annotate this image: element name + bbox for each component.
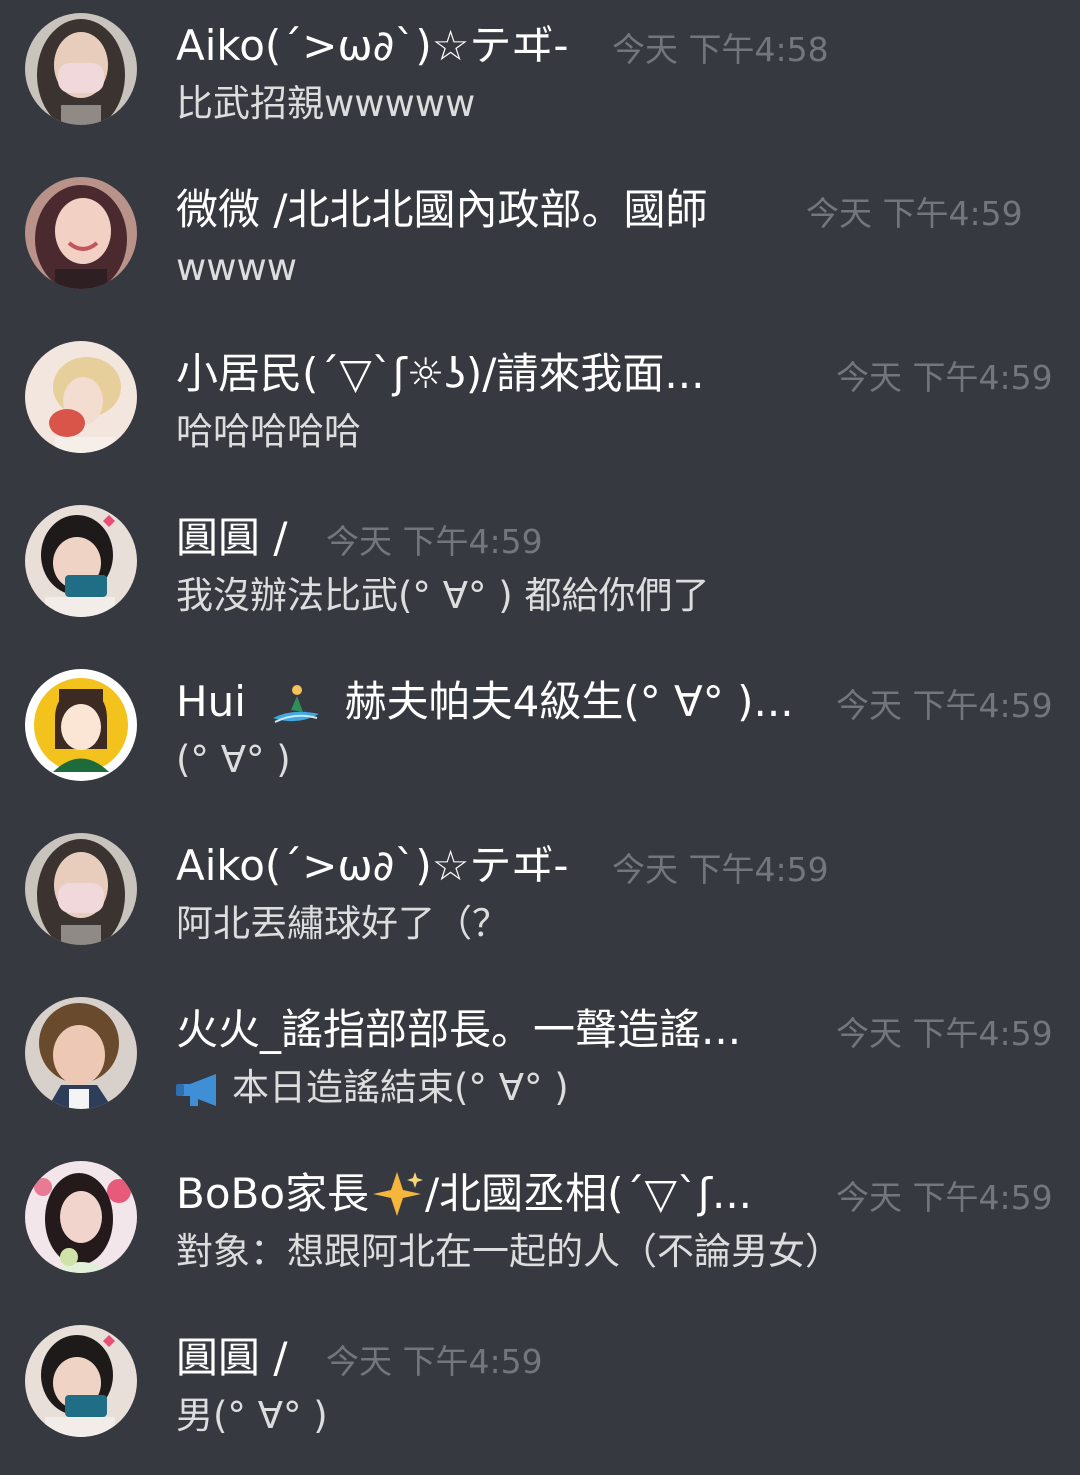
- avatar-photo: [25, 997, 137, 1109]
- avatar-girl-phone[interactable]: [25, 1325, 137, 1437]
- message-item[interactable]: 圓圓 / 今天 下午4:59 男(° ∀° ): [0, 1312, 1080, 1462]
- avatar-girl-phone[interactable]: [25, 505, 137, 617]
- timestamp: 今天 下午4:59: [326, 522, 543, 561]
- avatar-photo: [25, 13, 137, 125]
- username[interactable]: Aiko⁣(´>ω∂`)☆テヸ-: [176, 838, 608, 894]
- avatar-blonde-girl[interactable]: [25, 341, 137, 453]
- message-text: wwww: [176, 246, 298, 289]
- avatar-photo: [25, 505, 137, 617]
- avatar-woman-mask[interactable]: [25, 833, 137, 945]
- username[interactable]: 微微 /北北北國內政部。國師: [176, 182, 796, 238]
- timestamp: 今天 下午4:59: [612, 850, 829, 889]
- avatar-photo: [25, 177, 137, 289]
- megaphone-icon: [176, 1070, 222, 1122]
- timestamp: 今天 下午4:59: [326, 1342, 543, 1381]
- avatar-photo: [25, 1161, 137, 1273]
- message-text: 比武招親wwwww: [176, 82, 476, 125]
- message-text: 本日造謠結束(° ∀° ): [176, 1062, 1066, 1122]
- sparkles-emoji: [371, 1170, 424, 1232]
- username[interactable]: 火火_謠指部部長。一聲造謠...: [176, 1002, 816, 1058]
- username-prefix: BoBo家長: [176, 1169, 370, 1218]
- message-text-body: 本日造謠結束(° ∀° ): [232, 1066, 569, 1109]
- message-item[interactable]: 小居民(´▽`ʃ☼ʖ)/請來我面... 今天 下午4:59 哈哈哈哈哈: [0, 328, 1080, 478]
- username[interactable]: 圓圓 /: [176, 1330, 316, 1386]
- avatar-woman-frown[interactable]: [25, 997, 137, 1109]
- message-item[interactable]: BoBo家長 /北國丞相(´▽`ʃ... 今天 下午4:59 對象：想跟阿北在一…: [0, 1148, 1080, 1298]
- message-item[interactable]: 微微 /北北北國內政部。國師 今天 下午4:59 wwww: [0, 164, 1080, 314]
- surfer-emoji: [267, 682, 323, 740]
- timestamp: 今天 下午4:59: [806, 194, 1023, 233]
- avatar-photo: [25, 341, 137, 453]
- message-text: 我沒辦法比武(° ∀° ) 都給你們了: [176, 574, 710, 617]
- avatar-woman-winking[interactable]: [25, 177, 137, 289]
- avatar-cartoon-girl[interactable]: [25, 669, 137, 781]
- avatar-photo: [25, 833, 137, 945]
- avatar-photo: [25, 1325, 137, 1437]
- message-item[interactable]: 圓圓 / 今天 下午4:59 我沒辦法比武(° ∀° ) 都給你們了: [0, 492, 1080, 642]
- timestamp: 今天 下午4:59: [836, 686, 1053, 725]
- message-item[interactable]: Hui 赫夫帕夫4級生(° ∀° )... 今天 下午4:59 (° ∀° ): [0, 656, 1080, 806]
- avatar-woman-mask[interactable]: [25, 13, 137, 125]
- username[interactable]: Hui 赫夫帕夫4級生(° ∀° )...: [176, 674, 816, 740]
- username[interactable]: 圓圓 /: [176, 510, 316, 566]
- message-item[interactable]: 火火_謠指部部長。一聲造謠... 今天 下午4:59 本日造謠結束(° ∀° ): [0, 984, 1080, 1134]
- message-item[interactable]: Aiko⁣(´>ω∂`)☆テヸ- 今天 下午4:58 比武招親wwwww: [0, 0, 1080, 150]
- username-prefix: Hui: [176, 677, 246, 726]
- username[interactable]: BoBo家長 /北國丞相(´▽`ʃ...: [176, 1166, 826, 1232]
- message-text: 男(° ∀° ): [176, 1394, 328, 1437]
- username[interactable]: Aiko⁣(´>ω∂`)☆テヸ-: [176, 18, 608, 74]
- message-text: 阿北丟繡球好了（？: [176, 902, 509, 945]
- username[interactable]: 小居民(´▽`ʃ☼ʖ)/請來我面...: [176, 346, 816, 402]
- avatar-woman-flowers[interactable]: [25, 1161, 137, 1273]
- message-text: 哈哈哈哈哈: [176, 410, 361, 453]
- message-item[interactable]: Aiko⁣(´>ω∂`)☆テヸ- 今天 下午4:59 阿北丟繡球好了（？: [0, 820, 1080, 970]
- timestamp: 今天 下午4:59: [836, 358, 1053, 397]
- timestamp: 今天 下午4:58: [612, 30, 829, 69]
- message-text: (° ∀° ): [176, 738, 291, 781]
- username-rest: 赫夫帕夫4級生(° ∀° )...: [344, 677, 794, 726]
- timestamp: 今天 下午4:59: [836, 1014, 1053, 1053]
- avatar-photo: [25, 669, 137, 781]
- timestamp: 今天 下午4:59: [836, 1178, 1053, 1217]
- message-text: 對象：想跟阿北在一起的人（不論男女）: [176, 1230, 842, 1273]
- username-rest: /北國丞相(´▽`ʃ...: [425, 1169, 753, 1218]
